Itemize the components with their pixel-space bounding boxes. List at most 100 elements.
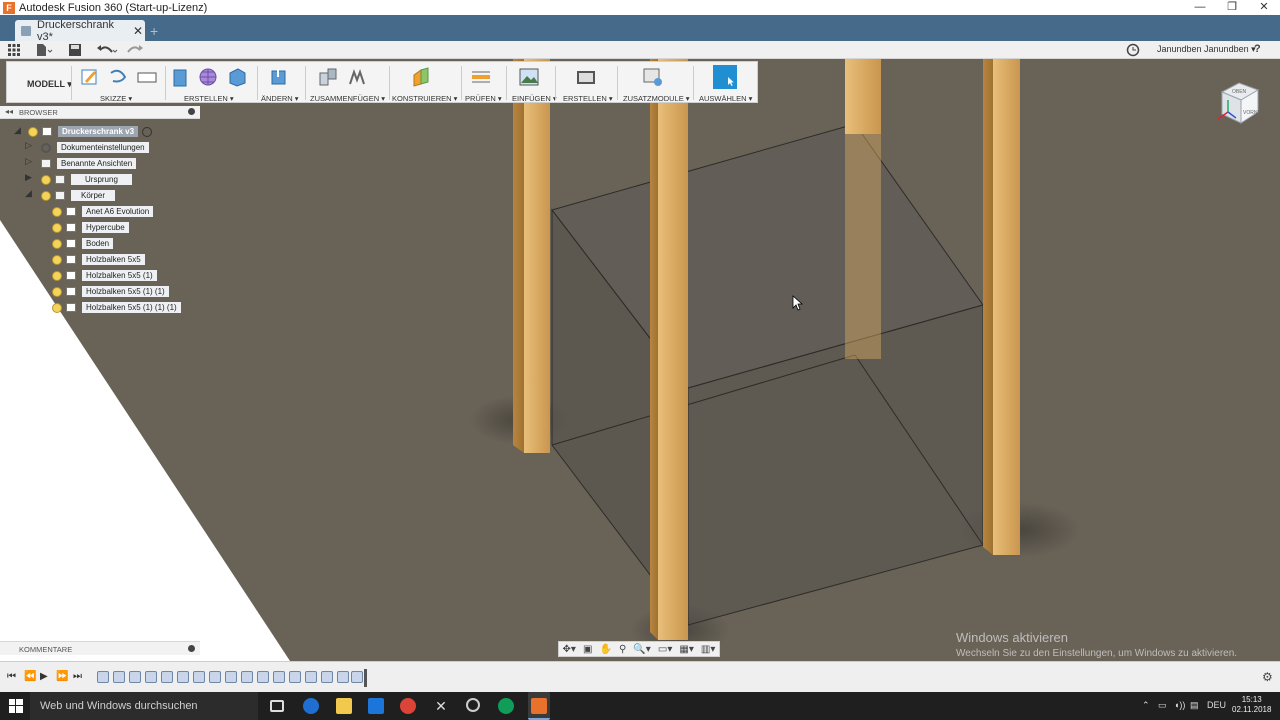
- tree-body-item[interactable]: Holzbalken 5x5 (1) (1) (1): [52, 301, 181, 314]
- timeline-feature-icon[interactable]: [129, 671, 141, 683]
- tree-body-label[interactable]: Anet A6 Evolution: [82, 206, 154, 217]
- steam-icon[interactable]: [466, 698, 480, 712]
- grid-settings-icon[interactable]: ▦▾: [679, 644, 693, 655]
- maximize-button[interactable]: ❐: [1216, 0, 1248, 15]
- visibility-bulb-icon[interactable]: [52, 206, 62, 217]
- tree-item-koerper[interactable]: ◢ Körper: [25, 188, 116, 202]
- ribbon-group-pruefen[interactable]: PRÜFEN ▾: [465, 94, 502, 103]
- tree-item-label[interactable]: Benannte Ansichten: [57, 158, 137, 169]
- tree-item-label[interactable]: Körper: [71, 190, 116, 201]
- ribbon-group-auswaehlen[interactable]: AUSWÄHLEN ▾: [699, 94, 752, 103]
- tray-language[interactable]: DEU: [1207, 700, 1226, 710]
- box-icon[interactable]: [227, 67, 247, 87]
- insert-image-icon[interactable]: [519, 67, 539, 87]
- timeline-feature-icon[interactable]: [97, 671, 109, 683]
- line-tool-icon[interactable]: [108, 67, 128, 87]
- timeline-last-icon[interactable]: ⏭: [73, 671, 82, 682]
- ribbon-group-skizze[interactable]: SKIZZE ▾: [100, 94, 132, 103]
- job-status-clock-icon[interactable]: [1126, 43, 1140, 57]
- tray-network-icon[interactable]: ▭: [1158, 700, 1167, 711]
- redo-icon[interactable]: [124, 43, 146, 57]
- tree-body-label[interactable]: Holzbalken 5x5 (1) (1): [82, 286, 169, 297]
- tree-body-item[interactable]: Hypercube: [52, 221, 129, 234]
- timeline-feature-icon[interactable]: [177, 671, 189, 683]
- rectangle-tool-icon[interactable]: [137, 67, 157, 87]
- timeline-feature-icon[interactable]: [161, 671, 173, 683]
- collapse-browser-icon[interactable]: ◂◂: [5, 107, 13, 116]
- coil-mesh-icon[interactable]: [198, 67, 218, 87]
- minimize-button[interactable]: —: [1184, 0, 1216, 15]
- timeline-feature-icon[interactable]: [321, 671, 333, 683]
- tab-druckerschrank[interactable]: Druckerschrank v3* ✕: [15, 19, 145, 43]
- new-component-icon[interactable]: [318, 67, 338, 87]
- tray-chevron-icon[interactable]: ⌃: [1142, 700, 1150, 711]
- timeline-feature-icon[interactable]: [193, 671, 205, 683]
- collapse-triangle-icon[interactable]: ◢: [25, 188, 32, 199]
- edge-browser-icon[interactable]: [303, 698, 319, 714]
- pin-comments-icon[interactable]: [188, 645, 195, 652]
- extrude-icon[interactable]: [170, 67, 190, 87]
- tray-volume-icon[interactable]: ◖)): [1174, 700, 1185, 710]
- ribbon-group-konstruieren[interactable]: KONSTRUIEREN ▾: [392, 94, 457, 103]
- render-icon[interactable]: [576, 67, 596, 87]
- look-at-icon[interactable]: ▣: [583, 644, 592, 655]
- tree-body-item[interactable]: Holzbalken 5x5 (1): [52, 269, 157, 282]
- offset-plane-icon[interactable]: [411, 67, 431, 87]
- tab-close-icon[interactable]: ✕: [131, 24, 145, 38]
- timeline-play-icon[interactable]: ▶: [40, 671, 48, 682]
- close-window-button[interactable]: ✕: [1248, 0, 1280, 15]
- timeline-marker[interactable]: [364, 669, 367, 687]
- tree-item-ursprung[interactable]: ▶ Ursprung: [25, 172, 132, 186]
- orbit-icon[interactable]: ✥▾: [563, 644, 576, 655]
- tree-body-item[interactable]: Holzbalken 5x5: [52, 253, 145, 266]
- press-pull-icon[interactable]: [268, 67, 288, 87]
- browser-panel-header[interactable]: ◂◂ BROWSER: [0, 106, 200, 119]
- timeline-feature-icon[interactable]: [225, 671, 237, 683]
- timeline-feature-icon[interactable]: [289, 671, 301, 683]
- help-icon[interactable]: ?: [1254, 43, 1261, 57]
- pin-browser-icon[interactable]: [188, 108, 195, 115]
- timeline-feature-icon[interactable]: [257, 671, 269, 683]
- timeline-first-icon[interactable]: ⏮: [7, 671, 16, 682]
- measure-icon[interactable]: [471, 67, 491, 87]
- tree-root-label[interactable]: Druckerschrank v3: [58, 126, 139, 137]
- timeline-feature-icon[interactable]: [209, 671, 221, 683]
- undo-icon[interactable]: [96, 43, 118, 57]
- tree-item-dokumenteinstellungen[interactable]: ▷ Dokumenteinstellungen: [25, 140, 149, 154]
- tree-body-item[interactable]: Boden: [52, 237, 114, 250]
- save-icon[interactable]: [68, 43, 82, 57]
- timeline-feature-icon[interactable]: [351, 671, 363, 683]
- tree-item-label[interactable]: Dokumenteinstellungen: [57, 142, 149, 153]
- tray-notification-icon[interactable]: ▤: [1190, 700, 1199, 711]
- pan-hand-icon[interactable]: ✋: [599, 644, 611, 655]
- timeline-feature-icon[interactable]: [305, 671, 317, 683]
- select-tool-icon[interactable]: [713, 65, 737, 89]
- tree-item-label[interactable]: Ursprung: [71, 174, 132, 185]
- task-view-icon[interactable]: [270, 700, 284, 712]
- file-explorer-icon[interactable]: [336, 698, 352, 714]
- ribbon-group-zusammenfuegen[interactable]: ZUSAMMENFÜGEN ▾: [310, 94, 385, 103]
- fit-zoom-icon[interactable]: 🔍▾: [633, 644, 650, 655]
- zoom-icon[interactable]: ⚲: [619, 644, 626, 655]
- viewports-icon[interactable]: ▥▾: [701, 644, 715, 655]
- workspace-switcher[interactable]: MODELL ▾: [27, 79, 72, 90]
- windows-start-icon[interactable]: [9, 699, 23, 713]
- tree-item-benannte-ansichten[interactable]: ▷ Benannte Ansichten: [25, 156, 137, 170]
- mail-icon[interactable]: [368, 698, 384, 714]
- user-account-menu[interactable]: Janundben Janundben ▾: [1157, 44, 1256, 55]
- visibility-bulb-icon[interactable]: [52, 238, 62, 249]
- tree-body-label[interactable]: Holzbalken 5x5 (1): [82, 270, 157, 281]
- ribbon-group-erstellen-2[interactable]: ERSTELLEN ▾: [563, 94, 613, 103]
- tree-body-label[interactable]: Boden: [82, 238, 114, 249]
- x-app-icon[interactable]: ✕: [433, 698, 449, 714]
- tree-body-label[interactable]: Holzbalken 5x5 (1) (1) (1): [82, 302, 181, 313]
- expand-triangle-icon[interactable]: ▷: [25, 156, 32, 167]
- visibility-bulb-icon[interactable]: [28, 126, 38, 137]
- ribbon-group-zusatzmodule[interactable]: ZUSATZMODULE ▾: [623, 94, 690, 103]
- ribbon-group-einfuegen[interactable]: EINFÜGEN ▾: [512, 94, 557, 103]
- timeline-next-icon[interactable]: ⏩: [56, 671, 68, 682]
- scripts-addins-icon[interactable]: [643, 67, 663, 87]
- activate-radio-icon[interactable]: [142, 126, 153, 137]
- timeline-feature-icon[interactable]: [241, 671, 253, 683]
- visibility-bulb-icon[interactable]: [52, 254, 62, 265]
